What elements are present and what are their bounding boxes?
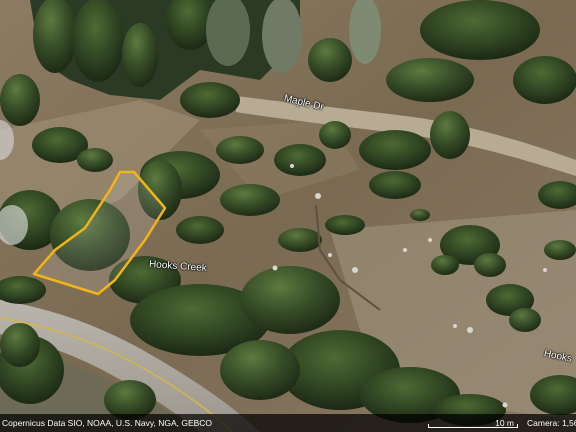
scale-line bbox=[428, 424, 518, 428]
data-attribution[interactable]: Copernicus Data SIO, NOAA, U.S. Navy, NG… bbox=[2, 418, 212, 428]
satellite-terrain[interactable] bbox=[0, 0, 576, 432]
scale-bar: 10 m bbox=[424, 416, 520, 430]
map-viewport[interactable]: Maple Dr Hooks Creek Hooks Copernicus Da… bbox=[0, 0, 576, 432]
camera-altitude: Camera: 1,568 f bbox=[527, 418, 576, 428]
attribution-bar: Copernicus Data SIO, NOAA, U.S. Navy, NG… bbox=[0, 414, 576, 432]
